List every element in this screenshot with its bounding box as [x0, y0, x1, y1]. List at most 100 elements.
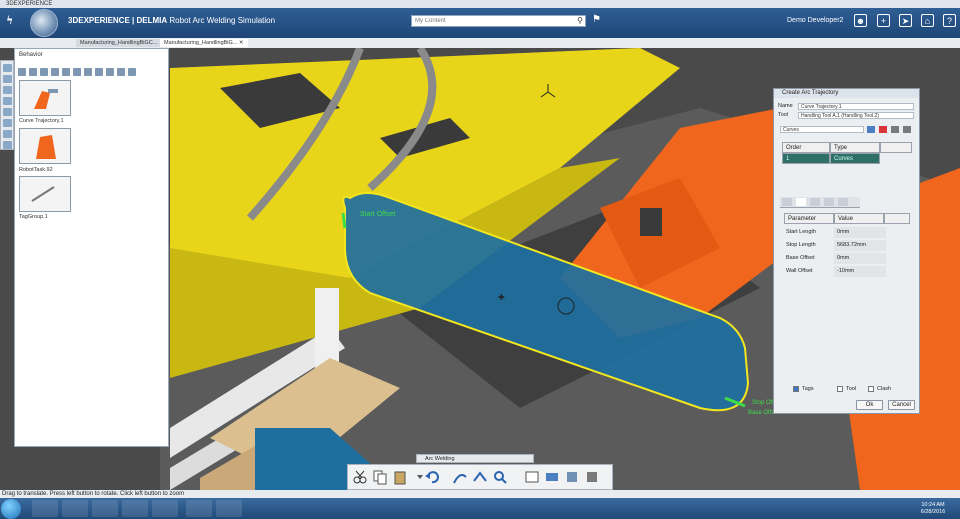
search-icon[interactable]: ⚲ [577, 16, 583, 25]
tab-manufacturing-2[interactable]: Manufacturing_HandlingBiG... ✕ [160, 39, 248, 47]
clash-checkbox[interactable] [868, 386, 874, 392]
tool-icon[interactable] [3, 130, 12, 138]
export-icon[interactable] [584, 469, 600, 485]
image-icon[interactable] [524, 469, 540, 485]
clock-time: 10:24 AM [921, 502, 945, 508]
robot-motion-icon[interactable] [564, 469, 580, 485]
start-offset-label: Start Offset [360, 211, 395, 218]
cut-icon[interactable] [352, 469, 368, 485]
cancel-button[interactable]: Cancel [888, 400, 915, 410]
behavior-toolbar [18, 68, 148, 77]
param-stop-length-value[interactable]: 5683.72mm [834, 240, 886, 251]
delete-icon[interactable] [879, 126, 887, 133]
add-icon[interactable] [62, 68, 70, 76]
undo-icon[interactable] [424, 469, 440, 485]
tool-tab-icon[interactable] [824, 198, 834, 206]
add-icon[interactable]: + [877, 14, 890, 27]
3dexperience-icon[interactable] [216, 500, 242, 517]
tool-icon[interactable] [3, 97, 12, 105]
solidworks-icon[interactable] [186, 500, 212, 517]
move-down-icon[interactable] [903, 126, 911, 133]
param-start-length-name: Start Length [786, 229, 816, 235]
brand-label: 3DEXPERIENCE | DELMIA [68, 16, 168, 25]
left-toolbar [0, 60, 14, 150]
weld-tab-icon[interactable] [810, 198, 820, 206]
move-icon[interactable] [73, 68, 81, 76]
user-icon[interactable]: ☻ [854, 14, 867, 27]
add-curve-icon[interactable] [867, 126, 875, 133]
tool-checkbox[interactable] [837, 386, 843, 392]
ok-button[interactable]: Ok [856, 400, 883, 410]
start-button-icon[interactable] [1, 499, 21, 519]
tool-icon[interactable] [3, 75, 12, 83]
grid-cell-order[interactable]: 1 [782, 153, 830, 164]
app-name: Robot Arc Welding Simulation [169, 16, 276, 25]
tag-group-icon [31, 186, 55, 202]
cut-icon[interactable] [117, 68, 125, 76]
task-icon[interactable] [106, 68, 114, 76]
robot-arm-icon [34, 89, 58, 109]
status-bar: Drag to translate. Press left button to … [0, 490, 960, 498]
chrome-icon[interactable] [92, 500, 118, 517]
robot-icon[interactable] [84, 68, 92, 76]
close-tab-icon[interactable]: ✕ [239, 40, 244, 46]
tag-tab-icon[interactable] [838, 198, 848, 206]
filter-icon[interactable] [128, 68, 136, 76]
clash-label: Clash [877, 386, 892, 392]
paste-icon[interactable] [392, 469, 408, 485]
search-input[interactable] [412, 16, 565, 26]
action-bar-label[interactable]: Arc Welding [416, 454, 534, 463]
edit-icon[interactable] [18, 68, 26, 76]
analyze-icon[interactable] [492, 469, 508, 485]
copy-icon[interactable] [372, 469, 388, 485]
user-name[interactable]: Demo Developer2 [787, 17, 843, 24]
param-base-offset-name: Base Offset [786, 255, 815, 261]
skype-icon[interactable] [122, 500, 148, 517]
curve-tab-icon[interactable] [782, 198, 792, 206]
param-start-length-value[interactable]: 0mm [834, 227, 886, 238]
tool-label: Tool [778, 112, 789, 118]
param-stop-length-name: Stop Length [786, 242, 816, 248]
param-wall-offset-value[interactable]: -10mm [834, 266, 886, 277]
powerpoint-icon[interactable] [152, 500, 178, 517]
mode-select[interactable]: Curves [780, 126, 864, 133]
param-header-parameter: Parameter [784, 213, 834, 224]
robot-task-thumbnail[interactable] [19, 128, 71, 164]
link-icon[interactable] [95, 68, 103, 76]
app-title: 3DEXPERIENCE | DELMIA Robot Arc Welding … [68, 16, 275, 25]
clock[interactable]: 10:24 AM 6/28/2016 [916, 502, 950, 516]
explorer-icon[interactable] [62, 500, 88, 517]
tag-icon[interactable]: ⚑ [592, 14, 601, 25]
view-icon[interactable] [40, 68, 48, 76]
tab-manufacturing-1[interactable]: Manufacturing_HandlingBiGC... [76, 39, 162, 47]
name-field[interactable]: Curve Trajectory.1 [798, 103, 914, 110]
curve-trajectory-thumbnail[interactable] [19, 80, 71, 116]
tab-label: Manufacturing_HandlingBiG... [164, 40, 238, 46]
compass-icon[interactable] [30, 9, 58, 37]
sort-icon[interactable] [51, 68, 59, 76]
search-box[interactable]: ⚲ [411, 15, 586, 27]
tool-icon[interactable] [3, 119, 12, 127]
tag-group-thumbnail[interactable] [19, 176, 71, 212]
weld-path-icon[interactable] [472, 469, 488, 485]
tool-icon[interactable] [3, 64, 12, 72]
tool-icon[interactable] [3, 86, 12, 94]
tool-icon[interactable] [3, 108, 12, 116]
home-icon[interactable]: ⌂ [921, 14, 934, 27]
offset-tab-icon[interactable] [796, 198, 806, 206]
help-icon[interactable]: ? [943, 14, 956, 27]
tool-icon[interactable] [3, 141, 12, 149]
grid-cell-type[interactable]: Curves [830, 153, 880, 164]
clock-date: 6/28/2016 [920, 509, 946, 515]
share-icon[interactable]: ➤ [899, 14, 912, 27]
arc-trajectory-icon[interactable] [452, 469, 468, 485]
move-up-icon[interactable] [891, 126, 899, 133]
tree-icon[interactable] [29, 68, 37, 76]
tool-field[interactable]: Handling Tool A.1 (Handling Tool.2) [798, 112, 914, 119]
behavior-title: Behavior [19, 52, 43, 58]
simulate-icon[interactable] [544, 469, 560, 485]
param-base-offset-value[interactable]: 0mm [834, 253, 886, 264]
curve-trajectory-label: Curve Trajectory.1 [19, 118, 64, 124]
ie-icon[interactable] [32, 500, 58, 517]
tags-checkbox[interactable] [793, 386, 799, 392]
